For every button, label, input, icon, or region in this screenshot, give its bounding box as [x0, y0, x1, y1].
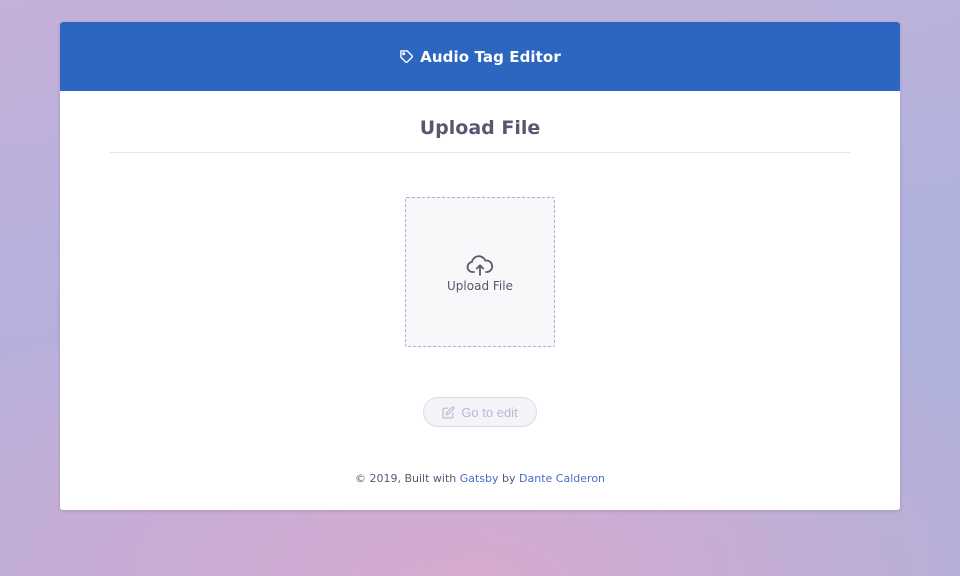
- section-divider: [110, 152, 850, 153]
- tag-icon: [400, 50, 414, 63]
- upload-dropzone[interactable]: Upload File: [405, 197, 555, 347]
- app-card: Audio Tag Editor Upload File Upload File…: [60, 22, 900, 510]
- edit-icon: [442, 405, 455, 418]
- gatsby-link[interactable]: Gatsby: [460, 472, 499, 485]
- footer-copyright: © 2019, Built with: [354, 472, 457, 485]
- go-to-edit-button[interactable]: Go to edit: [423, 397, 537, 427]
- go-to-edit-label: Go to edit: [461, 404, 518, 420]
- upload-label: Upload File: [447, 279, 513, 293]
- app-header: Audio Tag Editor: [60, 22, 900, 91]
- section-title: Upload File: [419, 117, 541, 139]
- author-link[interactable]: Dante Calderon: [519, 472, 605, 485]
- app-title: Audio Tag Editor: [420, 47, 561, 66]
- footer-by: by: [502, 472, 516, 485]
- page-footer: © 2019, Built with Gatsby by Dante Calde…: [60, 472, 900, 485]
- cloud-upload-icon: [466, 255, 494, 276]
- app-title-group: Audio Tag Editor: [399, 48, 561, 66]
